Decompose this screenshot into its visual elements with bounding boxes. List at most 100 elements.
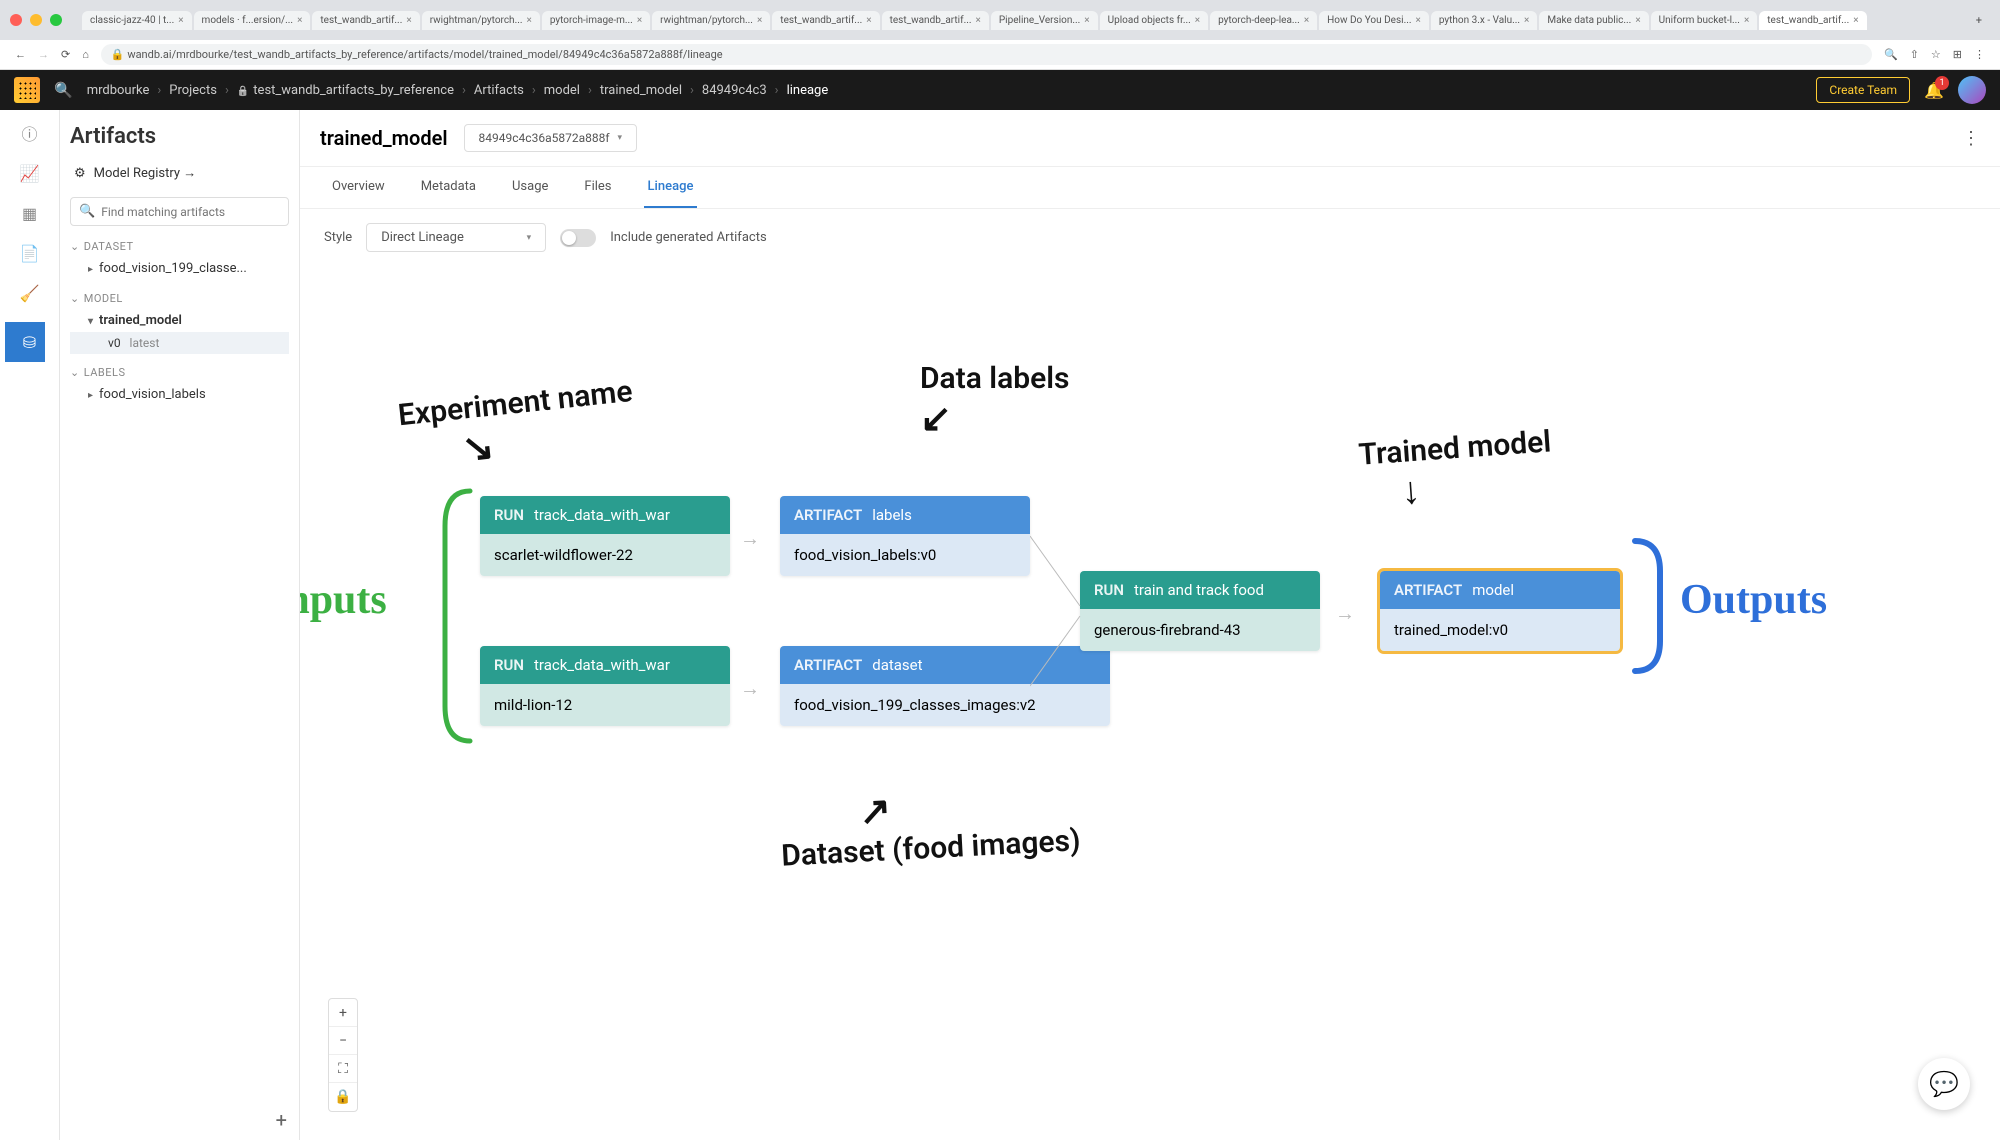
maximize-window-icon[interactable] (50, 14, 62, 26)
tree-version-v0[interactable]: v0 latest (70, 332, 289, 354)
close-tab-icon[interactable]: × (1195, 15, 1200, 26)
browser-tab[interactable]: test_wandb_artif...× (882, 11, 989, 30)
browser-tab[interactable]: test_wandb_artif...× (1759, 11, 1866, 30)
new-tab-button[interactable]: + (1968, 14, 1990, 27)
model-registry-link[interactable]: ⚙ Model Registry → (70, 159, 289, 187)
logs-icon[interactable]: 📄 (19, 242, 41, 264)
browser-tab[interactable]: rwightman/pytorch...× (422, 11, 540, 30)
share-icon[interactable]: ⇧ (1910, 48, 1919, 61)
lineage-run-train[interactable]: RUNtrain and track food generous-firebra… (1080, 571, 1320, 651)
nav-back-icon[interactable]: ← (15, 48, 26, 61)
close-tab-icon[interactable]: × (297, 15, 302, 26)
reload-icon[interactable]: ⟳ (61, 48, 70, 61)
lineage-run-2[interactable]: RUNtrack_data_with_war mild-lion-12 (480, 646, 730, 726)
close-tab-icon[interactable]: × (406, 15, 411, 26)
sweep-icon[interactable]: 🧹 (19, 282, 41, 304)
zoom-out-button[interactable]: − (329, 1027, 357, 1055)
close-tab-icon[interactable]: × (178, 15, 183, 26)
tab-files[interactable]: Files (580, 167, 615, 208)
close-tab-icon[interactable]: × (1304, 15, 1309, 26)
close-tab-icon[interactable]: × (1744, 15, 1749, 26)
tab-overview[interactable]: Overview (328, 167, 389, 208)
zoom-lock-icon[interactable]: 🔒 (329, 1083, 357, 1111)
lineage-style-select[interactable]: Direct Lineage (366, 223, 546, 252)
browser-tab[interactable]: Make data public...× (1539, 11, 1648, 30)
lineage-artifact-model[interactable]: ARTIFACTmodel trained_model:v0 (1380, 571, 1620, 651)
crumb-artifacts[interactable]: Artifacts (474, 83, 524, 98)
bookmark-icon[interactable]: ☆ (1931, 48, 1941, 61)
zoom-fit-button[interactable]: ⛶ (329, 1055, 357, 1083)
artifact-hash-selector[interactable]: 84949c4c36a5872a888f (464, 124, 637, 152)
more-menu-icon[interactable]: ⋮ (1962, 128, 1980, 149)
crumb-mrdbourke[interactable]: mrdbourke (87, 83, 150, 98)
include-generated-toggle[interactable] (560, 229, 596, 247)
url-field[interactable]: 🔒 wandb.ai/mrdbourke/test_wandb_artifact… (101, 44, 1872, 65)
nav-forward-icon[interactable]: → (38, 48, 49, 61)
node-name: track_data_with_war (534, 656, 670, 674)
close-tab-icon[interactable]: × (1635, 15, 1640, 26)
close-window-icon[interactable] (10, 14, 22, 26)
info-icon[interactable]: ⓘ (19, 122, 41, 144)
crumb-test_wandb_artifacts_by_reference[interactable]: test_wandb_artifacts_by_reference (237, 83, 454, 98)
lineage-run-1[interactable]: RUNtrack_data_with_war scarlet-wildflowe… (480, 496, 730, 576)
close-tab-icon[interactable]: × (637, 15, 642, 26)
artifact-search[interactable]: 🔍 (70, 197, 289, 226)
lineage-canvas[interactable]: RUNtrack_data_with_war scarlet-wildflowe… (300, 266, 2000, 1140)
section-model[interactable]: MODEL (70, 288, 289, 309)
crumb-projects[interactable]: Projects (169, 83, 217, 98)
extensions-icon[interactable]: ⊞ (1953, 48, 1962, 61)
browser-tab[interactable]: test_wandb_artif...× (772, 11, 879, 30)
artifacts-icon[interactable]: ⛁ (5, 322, 45, 362)
tree-item-labels[interactable]: food_vision_labels (70, 383, 289, 406)
window-controls[interactable] (10, 14, 62, 26)
notifications-icon[interactable]: 🔔1 (1924, 81, 1944, 100)
browser-tab[interactable]: How Do You Desi...× (1319, 11, 1429, 30)
browser-tab[interactable]: pytorch-deep-lea...× (1210, 11, 1317, 30)
avatar[interactable] (1958, 76, 1986, 104)
browser-tab[interactable]: python 3.x - Valu...× (1431, 11, 1538, 30)
section-labels[interactable]: LABELS (70, 362, 289, 383)
create-team-button[interactable]: Create Team (1816, 77, 1910, 103)
menu-icon[interactable]: ⋮ (1974, 48, 1985, 61)
lineage-artifact-labels[interactable]: ARTIFACTlabels food_vision_labels:v0 (780, 496, 1030, 576)
crumb-model[interactable]: model (544, 83, 580, 98)
browser-tab[interactable]: models · f...ersion/...× (194, 11, 311, 30)
browser-tab[interactable]: classic-jazz-40 | t...× (82, 11, 192, 30)
home-icon[interactable]: ⌂ (82, 48, 89, 61)
lineage-artifact-dataset[interactable]: ARTIFACTdataset food_vision_199_classes_… (780, 646, 1110, 726)
browser-tab[interactable]: test_wandb_artif...× (312, 11, 419, 30)
crumb-84949c4c3[interactable]: 84949c4c3 (702, 83, 767, 98)
close-tab-icon[interactable]: × (1524, 15, 1529, 26)
add-artifact-button[interactable]: + (276, 1108, 287, 1132)
section-dataset[interactable]: DATASET (70, 236, 289, 257)
tab-metadata[interactable]: Metadata (417, 167, 480, 208)
close-tab-icon[interactable]: × (757, 15, 762, 26)
search-input[interactable] (101, 205, 280, 219)
zoom-icon[interactable]: 🔍 (1884, 48, 1898, 61)
browser-tab[interactable]: Pipeline_Version...× (991, 11, 1098, 30)
tree-item-trained-model[interactable]: trained_model (70, 309, 289, 332)
tab-usage[interactable]: Usage (508, 167, 552, 208)
close-tab-icon[interactable]: × (526, 15, 531, 26)
browser-tab[interactable]: Upload objects fr...× (1100, 11, 1208, 30)
tables-icon[interactable]: ▦ (19, 202, 41, 224)
search-icon[interactable]: 🔍 (54, 81, 73, 99)
tab-lineage[interactable]: Lineage (644, 167, 698, 208)
close-tab-icon[interactable]: × (1084, 15, 1089, 26)
wandb-logo-icon[interactable] (14, 77, 40, 103)
tree-item-dataset[interactable]: food_vision_199_classe... (70, 257, 289, 280)
close-tab-icon[interactable]: × (1416, 15, 1421, 26)
close-tab-icon[interactable]: × (1853, 15, 1858, 26)
close-tab-icon[interactable]: × (976, 15, 981, 26)
browser-tab[interactable]: rwightman/pytorch...× (652, 11, 770, 30)
browser-tab[interactable]: pytorch-image-m...× (542, 11, 650, 30)
support-chat-button[interactable]: 💬 (1918, 1058, 1970, 1110)
crumb-trained_model[interactable]: trained_model (600, 83, 682, 98)
zoom-in-button[interactable]: + (329, 999, 357, 1027)
minimize-window-icon[interactable] (30, 14, 42, 26)
crumb-lineage[interactable]: lineage (787, 83, 829, 98)
close-tab-icon[interactable]: × (866, 15, 871, 26)
gear-icon: ⚙ (74, 166, 86, 181)
charts-icon[interactable]: 📈 (19, 162, 41, 184)
browser-tab[interactable]: Uniform bucket-l...× (1651, 11, 1758, 30)
